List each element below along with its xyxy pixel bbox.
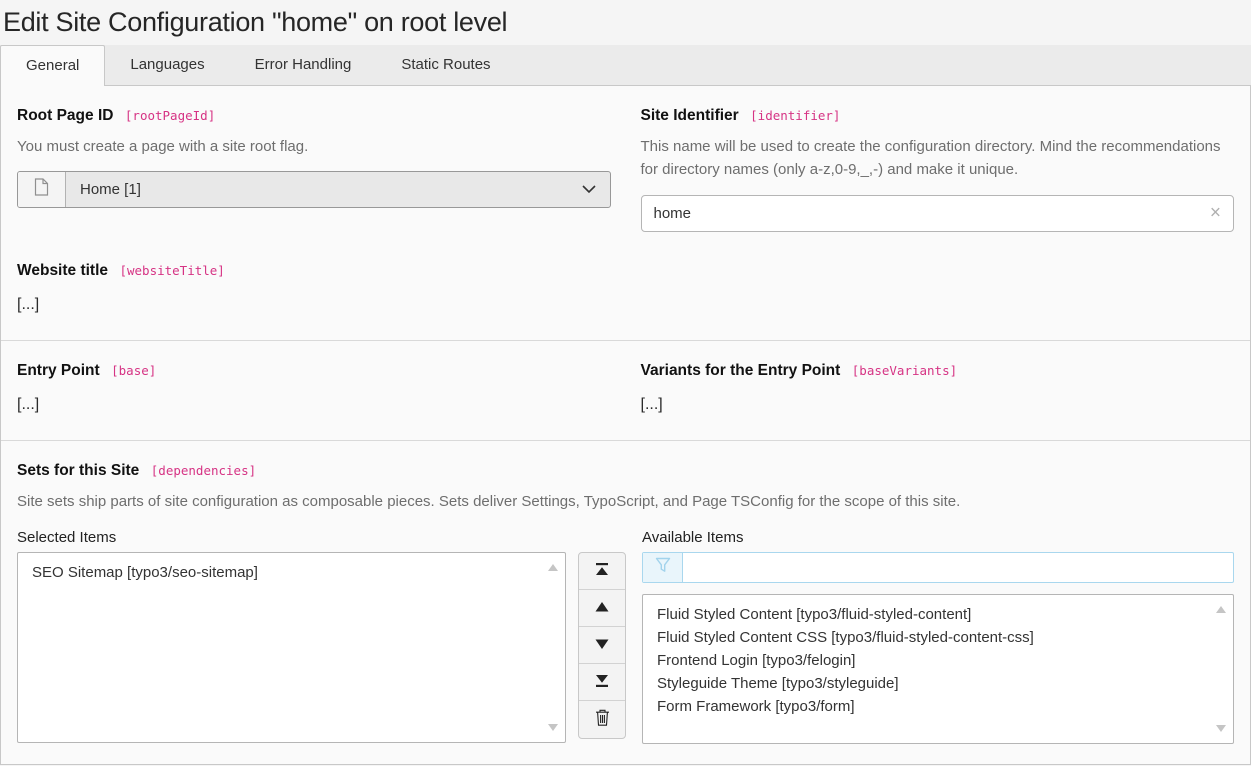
section-root-identifier: Root Page ID [rootPageId] You must creat… xyxy=(1,86,1250,341)
filter-icon xyxy=(655,557,671,578)
available-items-listbox: Fluid Styled Content [typo3/fluid-styled… xyxy=(642,594,1234,744)
move-to-bottom-button[interactable] xyxy=(579,664,625,701)
available-item[interactable]: Fluid Styled Content [typo3/fluid-styled… xyxy=(657,603,1205,626)
scroll-down-arrow[interactable] xyxy=(1216,725,1226,732)
section-site-sets: Sets for this Site [dependencies] Site s… xyxy=(1,441,1250,766)
move-up-button[interactable] xyxy=(579,590,625,627)
root-page-select-value[interactable]: Home [1] xyxy=(66,172,610,207)
page-icon-cell xyxy=(18,172,66,207)
scroll-up-arrow[interactable] xyxy=(1216,606,1226,613)
site-identifier-input-wrap: × xyxy=(641,195,1235,232)
base-variants-label: Variants for the Entry Point xyxy=(641,362,841,379)
field-root-page-id: Root Page ID [rootPageId] You must creat… xyxy=(17,107,611,232)
move-to-top-icon xyxy=(595,563,609,579)
root-page-id-code: [rootPageId] xyxy=(125,108,215,123)
tab-languages[interactable]: Languages xyxy=(105,45,229,85)
dependencies-description: Site sets ship parts of site configurati… xyxy=(17,490,1234,513)
selected-items-label: Selected Items xyxy=(17,529,566,546)
move-to-bottom-icon xyxy=(595,674,609,690)
field-website-title: Website title [websiteTitle] [...] xyxy=(17,262,611,314)
field-dependencies: Sets for this Site [dependencies] Site s… xyxy=(17,462,1234,744)
root-page-selected-option: Home [1] xyxy=(80,181,141,198)
scroll-up-arrow[interactable] xyxy=(548,564,558,571)
field-site-identifier: Site Identifier [identifier] This name w… xyxy=(641,107,1235,232)
tab-general[interactable]: General xyxy=(0,45,105,86)
clear-icon[interactable]: × xyxy=(1210,204,1221,223)
move-down-button[interactable] xyxy=(579,627,625,664)
root-page-id-label: Root Page ID xyxy=(17,107,113,124)
base-variants-collapsed-toggle[interactable]: [...] xyxy=(641,396,663,414)
site-identifier-label: Site Identifier xyxy=(641,107,739,124)
available-items-column: Available Items Fluid Styled Content [ty… xyxy=(642,529,1234,744)
delete-icon xyxy=(595,709,610,729)
available-item[interactable]: Fluid Styled Content CSS [typo3/fluid-st… xyxy=(657,626,1205,649)
move-up-icon xyxy=(595,600,609,615)
general-tab-panel: Root Page ID [rootPageId] You must creat… xyxy=(0,86,1251,765)
move-button-group xyxy=(578,552,626,739)
entry-point-collapsed-toggle[interactable]: [...] xyxy=(17,396,39,414)
available-item[interactable]: Frontend Login [typo3/felogin] xyxy=(657,649,1205,672)
website-title-code: [websiteTitle] xyxy=(119,263,224,278)
page-title: Edit Site Configuration "home" on root l… xyxy=(0,0,1251,45)
move-down-icon xyxy=(595,637,609,652)
entry-point-label: Entry Point xyxy=(17,362,100,379)
base-variants-code: [baseVariants] xyxy=(852,363,957,378)
available-items-label: Available Items xyxy=(642,529,1234,546)
field-base-variants: Variants for the Entry Point [baseVarian… xyxy=(641,362,1235,414)
chevron-down-icon xyxy=(582,185,596,194)
move-to-top-button[interactable] xyxy=(579,553,625,590)
tab-error-handling[interactable]: Error Handling xyxy=(230,45,377,85)
section-entry-point: Entry Point [base] [...] Variants for th… xyxy=(1,341,1250,441)
dependencies-label: Sets for this Site xyxy=(17,462,139,479)
site-identifier-description: This name will be used to create the con… xyxy=(641,135,1235,182)
available-items-filter xyxy=(642,552,1234,583)
selected-item[interactable]: SEO Sitemap [typo3/seo-sitemap] xyxy=(32,561,537,584)
selected-items-column: Selected Items SEO Sitemap [typo3/seo-si… xyxy=(17,529,566,744)
website-title-label: Website title xyxy=(17,262,108,279)
filter-icon-cell xyxy=(643,553,683,582)
available-item[interactable]: Styleguide Theme [typo3/styleguide] xyxy=(657,672,1205,695)
tab-static-routes[interactable]: Static Routes xyxy=(376,45,515,85)
scroll-down-arrow[interactable] xyxy=(548,724,558,731)
entry-point-code: [base] xyxy=(111,363,156,378)
field-entry-point: Entry Point [base] [...] xyxy=(17,362,611,414)
available-item[interactable]: Form Framework [typo3/form] xyxy=(657,695,1205,718)
page-icon xyxy=(34,178,49,201)
selected-items-listbox: SEO Sitemap [typo3/seo-sitemap] xyxy=(17,552,566,743)
filter-input[interactable] xyxy=(683,553,1233,582)
remove-item-button[interactable] xyxy=(579,701,625,738)
root-page-id-description: You must create a page with a site root … xyxy=(17,135,611,158)
move-buttons-column xyxy=(578,529,626,744)
website-title-collapsed-toggle[interactable]: [...] xyxy=(17,296,39,314)
dependencies-code: [dependencies] xyxy=(151,463,256,478)
site-identifier-input[interactable] xyxy=(641,195,1235,232)
root-page-select[interactable]: Home [1] xyxy=(17,171,611,208)
site-identifier-code: [identifier] xyxy=(750,108,840,123)
tab-bar: General Languages Error Handling Static … xyxy=(0,45,1251,86)
